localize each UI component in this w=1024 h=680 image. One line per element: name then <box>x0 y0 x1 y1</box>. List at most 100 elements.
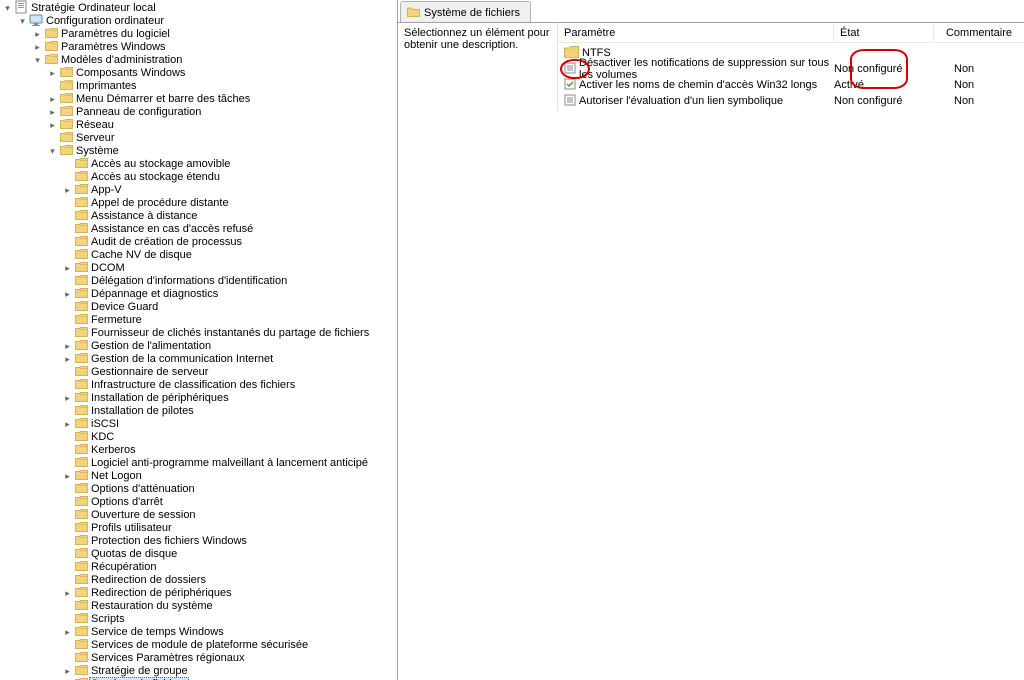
tree-item[interactable]: Logiciel anti-programme malveillant à la… <box>2 457 397 470</box>
tree-item-label: Options d'atténuation <box>89 483 197 496</box>
collapse-icon[interactable]: ▾ <box>2 2 13 15</box>
tree-item[interactable]: Services de module de plateforme sécuris… <box>2 639 397 652</box>
tree-item-label: App-V <box>89 184 124 197</box>
tree-item[interactable]: ▸Net Logon <box>2 470 397 483</box>
tree-item[interactable]: Protection des fichiers Windows <box>2 535 397 548</box>
tree-item-label: Gestion de la communication Internet <box>89 353 275 366</box>
expand-icon[interactable]: ▸ <box>47 106 58 119</box>
tree-item[interactable]: ▸Paramètres Windows <box>2 41 397 54</box>
setting-row[interactable]: Autoriser l'évaluation d'un lien symboli… <box>558 93 1024 109</box>
expand-icon[interactable]: ▸ <box>47 93 58 106</box>
tree-item[interactable]: Profils utilisateur <box>2 522 397 535</box>
expand-icon[interactable]: ▸ <box>32 41 43 54</box>
tree-item[interactable]: Restauration du système <box>2 600 397 613</box>
tree-item[interactable]: ▸ Gestion de la communication Internet <box>2 353 397 366</box>
tree-item[interactable]: Fournisseur de clichés instantanés du pa… <box>2 327 397 340</box>
tree-item[interactable]: Installation de pilotes <box>2 405 397 418</box>
tree-item-label: Restauration du système <box>89 600 215 613</box>
expand-icon[interactable]: ▸ <box>47 119 58 132</box>
tree-item[interactable]: Audit de création de processus <box>2 236 397 249</box>
tree-item[interactable]: Gestionnaire de serveur <box>2 366 397 379</box>
tree-item-label: Composants Windows <box>74 67 187 80</box>
folder-icon <box>407 6 420 20</box>
tree-item-label: Délégation d'informations d'identificati… <box>89 275 289 288</box>
tree-item[interactable]: ▸ App-V <box>2 184 397 197</box>
setting-comment: Non <box>934 95 1024 107</box>
collapse-icon[interactable]: ▾ <box>32 54 43 67</box>
collapse-icon[interactable]: ▾ <box>17 15 28 28</box>
expand-icon[interactable]: ▸ <box>62 340 73 353</box>
tree-item[interactable]: ▸Stratégie de groupe <box>2 665 397 678</box>
expand-icon[interactable]: ▸ <box>47 67 58 80</box>
tree-item-label: DCOM <box>89 262 127 275</box>
tree-item[interactable]: Accès au stockage étendu <box>2 171 397 184</box>
tree-item[interactable]: Accès au stockage amovible <box>2 158 397 171</box>
tree-item[interactable]: Assistance à distance <box>2 210 397 223</box>
tree-item-label: Cache NV de disque <box>89 249 194 262</box>
list-header: Paramètre État Commentaire <box>558 23 1024 43</box>
collapse-icon[interactable]: ▾ <box>47 145 58 158</box>
expand-icon[interactable]: ▸ <box>62 418 73 431</box>
expand-icon[interactable]: ▸ <box>62 288 73 301</box>
tree-item[interactable]: ▸ Paramètres du logiciel <box>2 28 397 41</box>
tree-item[interactable]: ▾Système <box>2 145 397 158</box>
expand-icon[interactable]: ▸ <box>62 626 73 639</box>
tree-item[interactable]: Kerberos <box>2 444 397 457</box>
tree-root[interactable]: ▾ Stratégie Ordinateur local <box>2 2 397 15</box>
expand-icon[interactable]: ▸ <box>62 587 73 600</box>
tree-item[interactable]: Options d'arrêt <box>2 496 397 509</box>
expand-icon[interactable]: ▸ <box>62 665 73 678</box>
expand-icon[interactable]: ▸ <box>62 392 73 405</box>
expand-icon[interactable]: ▸ <box>62 262 73 275</box>
expand-icon[interactable]: ▸ <box>62 353 73 366</box>
tree-item[interactable]: ▸ DCOM <box>2 262 397 275</box>
tab-filesystem[interactable]: Système de fichiers <box>400 1 531 22</box>
tree-item-label: Paramètres du logiciel <box>59 28 172 41</box>
header-etat[interactable]: État <box>834 25 934 41</box>
tree-item-label: Kerberos <box>89 444 138 457</box>
folder-icon <box>45 53 58 68</box>
tree-item[interactable]: KDC <box>2 431 397 444</box>
tree-item[interactable]: Ouverture de session <box>2 509 397 522</box>
folder-icon <box>60 144 73 159</box>
tree-item-label: Dépannage et diagnostics <box>89 288 220 301</box>
tree-item[interactable]: Appel de procédure distante <box>2 197 397 210</box>
tree-item[interactable]: Device Guard <box>2 301 397 314</box>
setting-row[interactable]: Désactiver les notifications de suppress… <box>558 61 1024 77</box>
tree-item[interactable]: Options d'atténuation <box>2 483 397 496</box>
tree-item-label: Stratégie Ordinateur local <box>29 2 158 15</box>
tree-item-label: Fournisseur de clichés instantanés du pa… <box>89 327 371 340</box>
setting-comment: Non <box>934 79 1024 91</box>
setting-row[interactable]: Activer les noms de chemin d'accès Win32… <box>558 77 1024 93</box>
tree-item-label: iSCSI <box>89 418 121 431</box>
header-comment[interactable]: Commentaire <box>934 25 1024 41</box>
tree-item[interactable]: Cache NV de disque <box>2 249 397 262</box>
tree-item[interactable]: ▸ Dépannage et diagnostics <box>2 288 397 301</box>
expand-icon[interactable]: ▸ <box>62 470 73 483</box>
tree-item[interactable]: ▸Gestion de l'alimentation <box>2 340 397 353</box>
tree-item[interactable]: Assistance en cas d'accès refusé <box>2 223 397 236</box>
tree-item[interactable]: Scripts <box>2 613 397 626</box>
expand-icon[interactable]: ▸ <box>32 28 43 41</box>
tree-item[interactable]: Infrastructure de classification des fic… <box>2 379 397 392</box>
tree-item-label: Menu Démarrer et barre des tâches <box>74 93 252 106</box>
tree-item[interactable]: Redirection de dossiers <box>2 574 397 587</box>
expand-icon[interactable]: ▸ <box>62 184 73 197</box>
header-param[interactable]: Paramètre <box>558 25 834 41</box>
tree-item-label: Assistance en cas d'accès refusé <box>89 223 255 236</box>
tree-item[interactable]: Quotas de disque <box>2 548 397 561</box>
tree-item[interactable]: ▸Service de temps Windows <box>2 626 397 639</box>
setting-state: Non configuré <box>834 63 934 75</box>
tree-item-label: Profils utilisateur <box>89 522 174 535</box>
tree-item[interactable]: Fermeture <box>2 314 397 327</box>
tree-config-computer[interactable]: ▾Configuration ordinateur <box>2 15 397 28</box>
tree-item[interactable]: Services Paramètres régionaux <box>2 652 397 665</box>
setting-notconfigured-icon <box>564 62 576 77</box>
tree-item[interactable]: Délégation d'informations d'identificati… <box>2 275 397 288</box>
tree-item[interactable]: ▸ Installation de périphériques <box>2 392 397 405</box>
tree-item[interactable]: ▸Redirection de périphériques <box>2 587 397 600</box>
tree-item-label: Installation de périphériques <box>89 392 231 405</box>
details-pane: Système de fichiers Sélectionnez un élém… <box>398 0 1024 680</box>
tree-item[interactable]: Récupération <box>2 561 397 574</box>
tree-item[interactable]: ▸ iSCSI <box>2 418 397 431</box>
